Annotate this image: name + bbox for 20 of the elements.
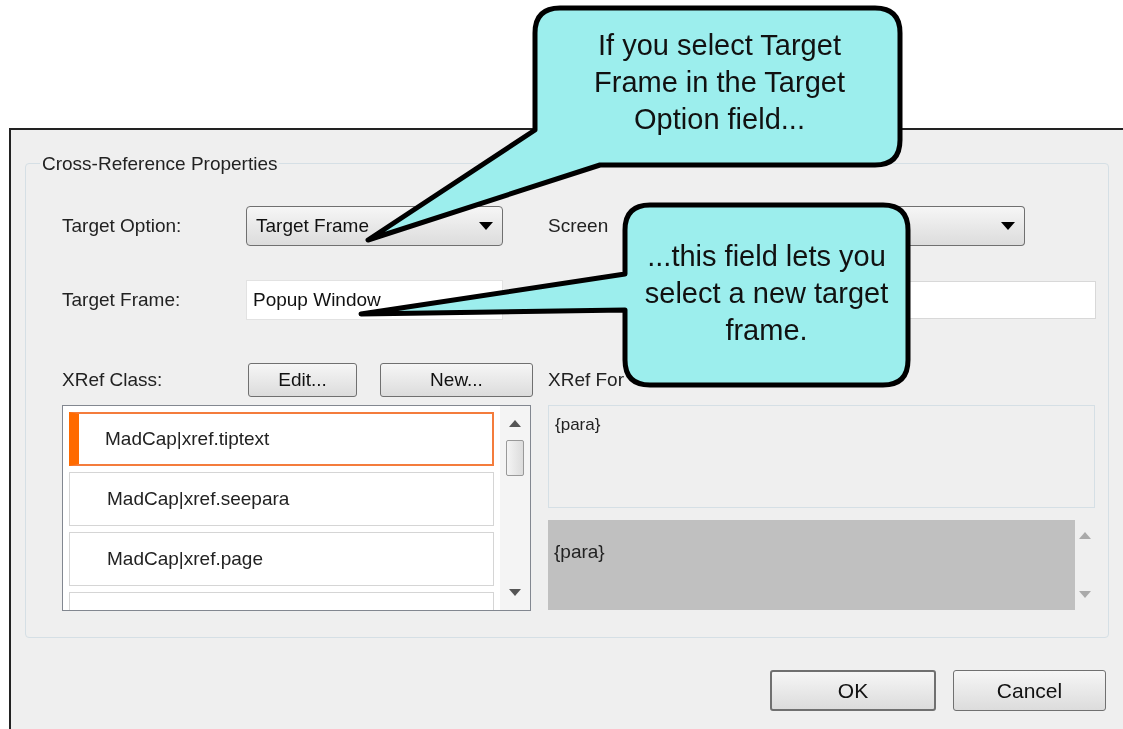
caret-icon — [479, 222, 493, 230]
input-field[interactable] — [910, 281, 1096, 319]
field-label: Screen — [548, 213, 609, 238]
field-label: Target Option: — [62, 213, 183, 238]
field-label: XRef For — [548, 367, 625, 392]
format-preview: {para} — [548, 520, 1075, 610]
field-label: Target Frame: — [62, 287, 182, 312]
class-button[interactable]: New... — [380, 363, 533, 397]
format-field[interactable]: {para} — [548, 405, 1095, 508]
dialog-button[interactable]: OK — [770, 670, 936, 711]
scrollbar[interactable] — [500, 406, 530, 610]
scroll-down-icon[interactable] — [509, 589, 521, 596]
class-button[interactable]: Edit... — [248, 363, 357, 397]
scroll-up-icon[interactable] — [509, 420, 521, 427]
scroll-thumb[interactable] — [506, 440, 524, 476]
dialog-button[interactable]: Cancel — [953, 670, 1106, 711]
caret-icon — [1001, 222, 1016, 230]
class-list-item[interactable]: MadCap|xref.seepara — [69, 472, 494, 526]
class-list-item[interactable]: MadCap|xref.page — [69, 532, 494, 586]
field-label: XRef Class: — [62, 367, 164, 392]
